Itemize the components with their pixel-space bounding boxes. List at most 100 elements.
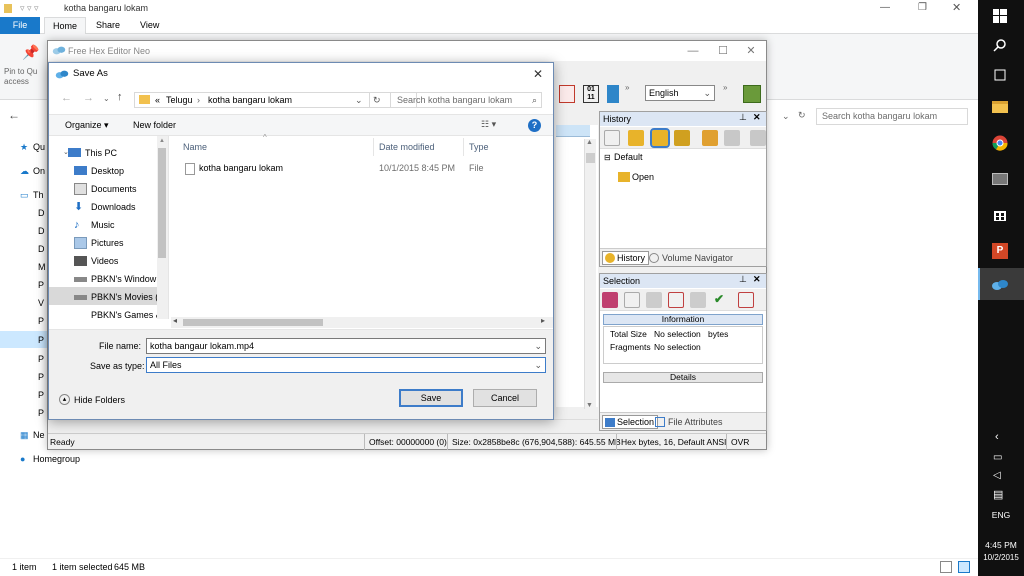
hex-vertical-scrollbar[interactable]: ▲ ▼ [584, 139, 596, 409]
select-range-icon[interactable] [668, 292, 684, 308]
export-icon[interactable] [607, 85, 619, 103]
chrome-icon[interactable] [989, 132, 1011, 154]
history-open-node[interactable]: Open [632, 172, 654, 182]
nav-item[interactable]: P [38, 388, 44, 402]
select-all-icon[interactable] [602, 292, 618, 308]
select-apply-icon[interactable]: ✔ [714, 292, 730, 308]
tree-videos[interactable]: Videos [74, 252, 118, 270]
view-options-icon[interactable]: ☷ ▾ [481, 119, 496, 130]
nav-item[interactable]: D [38, 206, 45, 220]
tab-file-attributes[interactable]: File Attributes [654, 416, 723, 428]
nav-item[interactable]: P [38, 352, 44, 366]
nav-item[interactable]: M [38, 260, 46, 274]
nav-item[interactable]: P [38, 278, 44, 292]
more-chevron-icon[interactable]: » [723, 83, 727, 92]
scroll-up-icon[interactable]: ▲ [159, 138, 165, 144]
chevron-left-icon[interactable]: ‹ [995, 431, 999, 443]
history-active-icon[interactable] [650, 128, 670, 148]
back-arrow-icon[interactable]: ← [61, 92, 72, 104]
pin-icon[interactable]: ⊥ [739, 274, 747, 285]
nav-item[interactable]: P [38, 406, 44, 420]
breadcrumb-overflow[interactable]: « [155, 93, 160, 107]
store-icon[interactable] [989, 204, 1011, 226]
volume-icon[interactable]: ◁ [993, 470, 1001, 481]
picture-icon[interactable] [743, 85, 761, 103]
nav-item[interactable]: D [38, 224, 45, 238]
explorer-search-input[interactable]: Search kotha bangaru lokam [816, 108, 968, 125]
quick-access-toolbar-icons[interactable]: ▿ ▿ ▿ [20, 3, 39, 14]
close-icon[interactable]: ✕ [533, 63, 543, 85]
close-button[interactable]: ✕ [952, 1, 961, 14]
hide-folders-button[interactable]: ▴ Hide Folders [59, 393, 125, 407]
save-button[interactable]: Save [399, 389, 463, 407]
windows-logo-icon[interactable] [989, 5, 1011, 27]
select-none-icon[interactable] [624, 292, 640, 308]
tree-this-pc[interactable]: This PC [68, 144, 117, 162]
scroll-thumb[interactable] [158, 148, 166, 258]
chevron-down-icon[interactable]: ⌄ [534, 339, 542, 353]
nav-network[interactable]: Ne [33, 428, 45, 442]
close-panel-icon[interactable]: ✕ [753, 274, 761, 285]
column-divider[interactable] [463, 138, 464, 156]
table-row[interactable]: kotha bangaru lokam 10/1/2015 8:45 PM Fi… [179, 160, 549, 178]
select-block-icon[interactable] [646, 292, 662, 308]
action-center-icon[interactable]: ▤ [993, 488, 1003, 501]
maximize-button[interactable]: ❐ [918, 2, 927, 13]
help-icon[interactable]: ? [528, 119, 541, 132]
information-header[interactable]: Information [603, 314, 763, 325]
tree-scrollbar[interactable]: ▲ [157, 136, 168, 319]
binary-icon[interactable]: 01 11 [583, 85, 599, 103]
dialog-search-input[interactable]: Search kotha bangaru lokam ⌕ [390, 92, 542, 108]
hex-horizontal-scrollbar[interactable] [50, 419, 598, 431]
breadcrumb-current[interactable]: kotha bangaru lokam [208, 93, 292, 107]
clock-date[interactable]: 10/2/2015 [978, 553, 1024, 562]
scroll-left-icon[interactable]: ◂ [173, 316, 177, 325]
minimize-button[interactable]: — [880, 2, 890, 13]
select-invert-icon[interactable] [690, 292, 706, 308]
save-as-type-select[interactable]: All Files ⌄ [146, 357, 546, 373]
details-view-icon[interactable] [940, 561, 952, 573]
history-default-node[interactable]: Default [614, 152, 643, 162]
refresh-icon[interactable]: ↻ [798, 110, 806, 121]
chevron-down-icon[interactable]: ⌄ [534, 358, 542, 372]
tree-drive-windows[interactable]: PBKN's Window [74, 270, 156, 288]
tab-home[interactable]: Home [44, 17, 87, 34]
column-date-modified[interactable]: Date modified [379, 140, 435, 154]
tree-downloads[interactable]: ⬇ Downloads [74, 198, 136, 216]
details-header[interactable]: Details [603, 372, 763, 383]
pin-to-quick-access[interactable]: Pin to Qu access [4, 67, 48, 87]
column-name[interactable]: Name [183, 140, 207, 154]
new-folder-button[interactable]: New folder [133, 120, 176, 130]
search-icon[interactable] [989, 34, 1011, 56]
scroll-right-icon[interactable]: ▸ [541, 316, 545, 325]
battery-icon[interactable]: ▭ [993, 452, 1002, 463]
language-select[interactable]: English ⌄ [645, 85, 715, 101]
tree-music[interactable]: ♪ Music [74, 216, 115, 234]
tab-share[interactable]: Share [88, 17, 128, 34]
forward-arrow-icon[interactable]: → [83, 92, 94, 104]
nav-item[interactable]: P [38, 314, 44, 328]
tab-file[interactable]: File [0, 17, 40, 34]
expand-arrow-icon[interactable]: ⌄ [63, 148, 69, 156]
hex-editor-icon[interactable] [989, 274, 1011, 296]
history-settings-icon[interactable] [750, 130, 766, 146]
nav-item-selected[interactable]: P [38, 333, 44, 347]
nav-item[interactable]: P [38, 370, 44, 384]
chevron-down-icon[interactable]: ⌄ [355, 93, 363, 107]
tree-drive-games[interactable]: PBKN's Games & [91, 306, 162, 319]
nav-quick-access[interactable]: Qu [33, 140, 45, 154]
large-icons-view-icon[interactable] [958, 561, 970, 573]
media-player-icon[interactable] [989, 168, 1011, 190]
up-arrow-icon[interactable]: ↑ [117, 91, 123, 103]
file-explorer-icon[interactable] [989, 96, 1011, 118]
select-export-icon[interactable] [738, 292, 754, 308]
tab-selection[interactable]: Selection [602, 415, 659, 429]
nav-item[interactable]: V [38, 296, 44, 310]
more-chevron-icon[interactable]: » [625, 83, 629, 92]
history-delete-icon[interactable] [702, 130, 718, 146]
tree-pictures[interactable]: Pictures [74, 234, 124, 252]
cancel-button[interactable]: Cancel [473, 389, 537, 407]
scroll-down-icon[interactable]: ▼ [586, 402, 593, 409]
refresh-icon[interactable]: ↻ [369, 93, 381, 107]
column-type[interactable]: Type [469, 140, 489, 154]
